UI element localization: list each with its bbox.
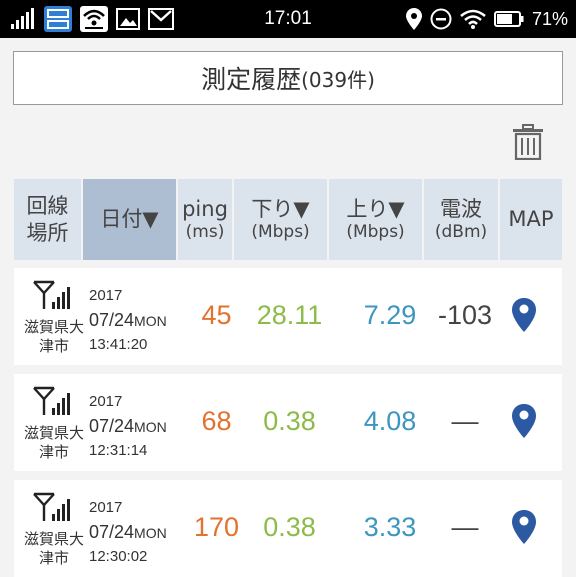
date-time: 2017 07/24MON 13:41:20	[89, 287, 167, 353]
location-icon	[405, 8, 422, 30]
header-download-sort[interactable]: 下り▼ (Mbps)	[234, 179, 327, 260]
date-time: 2017 07/24MON 12:31:14	[89, 393, 167, 459]
map-pin-icon[interactable]	[512, 510, 536, 544]
page-title: 測定履歴 (039件)	[13, 51, 563, 105]
record-count: (039件)	[301, 67, 375, 92]
signal-value: —	[451, 406, 479, 436]
trash-icon[interactable]	[512, 124, 544, 160]
table-row[interactable]: 滋賀県大 津市 2017 07/24MON 12:30:02 170 0.38 …	[14, 480, 562, 577]
download-value: 0.38	[263, 512, 316, 542]
header-ping: ping (ms)	[178, 179, 232, 260]
map-pin-icon[interactable]	[512, 404, 536, 438]
download-value: 0.38	[263, 406, 316, 436]
location-label: 滋賀県大 津市	[23, 530, 84, 567]
header-line-location: 回線 場所	[14, 179, 81, 260]
header-map: MAP	[500, 179, 562, 260]
date-time: 2017 07/24MON 12:30:02	[89, 499, 167, 565]
header-upload-sort[interactable]: 上り▼ (Mbps)	[329, 179, 422, 260]
location-label: 滋賀県大 津市	[23, 318, 84, 355]
wifi-status-icon	[460, 9, 486, 29]
header-signal: 電波 (dBm)	[424, 179, 498, 260]
table-row[interactable]: 滋賀県大 津市 2017 07/24MON 12:31:14 68 0.38 4…	[14, 374, 562, 471]
dnd-icon	[430, 8, 452, 30]
upload-value: 3.33	[363, 512, 417, 542]
location-label: 滋賀県大 津市	[23, 424, 84, 461]
antenna-icon	[33, 492, 70, 521]
table-row[interactable]: 滋賀県大 津市 2017 07/24MON 13:41:20 45 28.11 …	[14, 268, 562, 365]
status-right-icons: 71%	[405, 6, 568, 32]
status-bar: 17:01 71%	[0, 0, 576, 38]
battery-icon	[493, 11, 524, 27]
signal-value: -103	[437, 300, 493, 330]
antenna-icon	[33, 386, 70, 415]
battery-percent: 71%	[531, 8, 568, 29]
title-text: 測定履歴	[201, 65, 302, 94]
download-value: 28.11	[256, 300, 323, 330]
upload-value: 7.29	[363, 300, 417, 330]
header-date-sort[interactable]: 日付▼	[83, 179, 176, 260]
upload-value: 4.08	[363, 406, 417, 436]
antenna-icon	[33, 280, 70, 309]
map-pin-icon[interactable]	[512, 298, 536, 332]
signal-value: —	[451, 512, 479, 542]
